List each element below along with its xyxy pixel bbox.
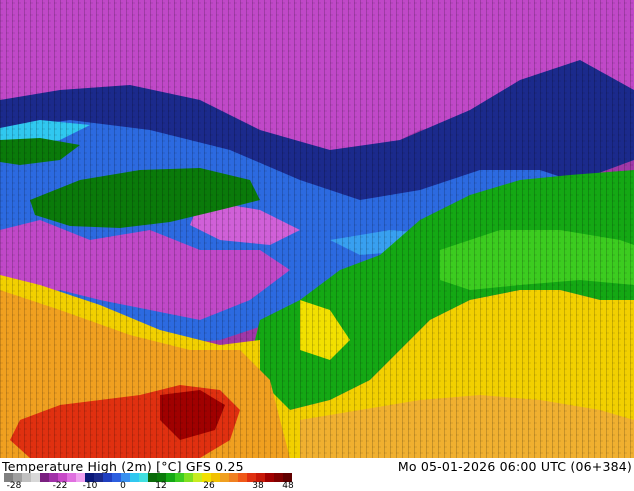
legend-swatch [139,473,148,482]
legend-swatch [265,473,274,482]
legend-swatch [175,473,184,482]
temperature-map [0,0,634,458]
legend-swatch [103,473,112,482]
legend-swatch [220,473,229,482]
legend-swatch [130,473,139,482]
legend-swatch [229,473,238,482]
map-timestamp: Mo 05-01-2026 06:00 UTC (06+384) [397,459,632,474]
map-title: Temperature High (2m) [°C] GFS 0.25 [2,459,244,474]
legend-swatch [193,473,202,482]
legend-swatch [40,473,49,482]
legend-swatch [238,473,247,482]
legend-swatch [166,473,175,482]
legend-swatch [67,473,76,482]
legend-swatch [31,473,40,482]
legend-swatch [184,473,193,482]
number-texture [0,0,634,458]
legend-swatch [22,473,31,482]
color-legend-bar [4,473,292,482]
